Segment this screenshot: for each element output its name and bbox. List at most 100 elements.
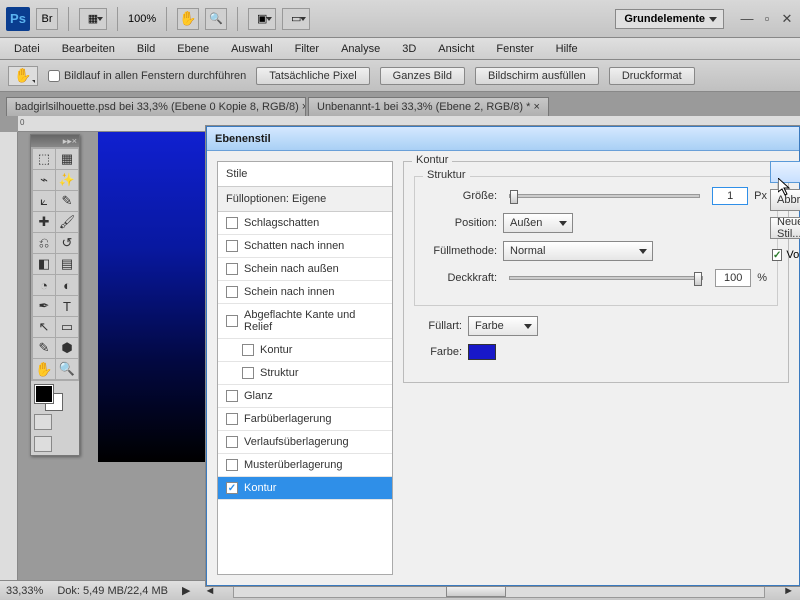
shape-tool-icon[interactable]: ▭ xyxy=(56,317,78,337)
path-tool-icon[interactable]: ↖ xyxy=(33,317,55,337)
gradient-tool-icon[interactable]: ▤ xyxy=(56,254,78,274)
toolbox-header[interactable]: ▸▸× xyxy=(31,135,79,147)
menu-3d[interactable]: 3D xyxy=(392,40,426,58)
checkbox-icon[interactable] xyxy=(226,240,238,252)
document-tab[interactable]: Unbenannt-1 bei 33,3% (Ebene 2, RGB/8) *… xyxy=(308,97,549,116)
menu-analyse[interactable]: Analyse xyxy=(331,40,390,58)
crop-tool-icon[interactable]: ⟀ xyxy=(33,191,55,211)
style-item[interactable]: Schein nach innen xyxy=(218,281,392,304)
menu-bild[interactable]: Bild xyxy=(127,40,165,58)
menu-fenster[interactable]: Fenster xyxy=(486,40,543,58)
eyedropper-tool-icon[interactable]: ✎ xyxy=(56,191,78,211)
cancel-button[interactable]: Abbrechen xyxy=(770,189,800,211)
style-item[interactable]: Abgeflachte Kante und Relief xyxy=(218,304,392,339)
quickmask-icon[interactable] xyxy=(34,414,52,430)
stamp-tool-icon[interactable]: ⎌ xyxy=(33,233,55,253)
fill-screen-button[interactable]: Bildschirm ausfüllen xyxy=(475,67,599,85)
foreground-color-swatch[interactable] xyxy=(35,385,53,403)
view-extras-dropdown[interactable]: ▦ xyxy=(79,8,107,30)
close-icon[interactable]: ✕ xyxy=(780,11,794,27)
scroll-all-windows-checkbox[interactable]: Bildlauf in allen Fenstern durchführen xyxy=(48,70,246,82)
brush-tool-icon[interactable]: 🖌 xyxy=(56,212,78,232)
opacity-slider[interactable] xyxy=(509,276,703,280)
eraser-tool-icon[interactable]: ◧ xyxy=(33,254,55,274)
menu-auswahl[interactable]: Auswahl xyxy=(221,40,283,58)
marquee-tool-icon[interactable]: ▦ xyxy=(56,149,78,169)
style-item[interactable]: Kontur xyxy=(218,339,392,362)
status-doc-size[interactable]: Dok: 5,49 MB/22,4 MB xyxy=(57,585,168,597)
ok-button[interactable] xyxy=(770,161,800,183)
dialog-title[interactable]: Ebenenstil xyxy=(207,127,799,151)
menu-bearbeiten[interactable]: Bearbeiten xyxy=(52,40,125,58)
preview-checkbox[interactable]: Vorschau xyxy=(770,249,800,261)
style-item[interactable]: Musterüberlagerung xyxy=(218,454,392,477)
maximize-icon[interactable]: ▫ xyxy=(760,11,774,27)
workspace-dropdown[interactable]: Grundelemente xyxy=(615,9,724,29)
move-tool-icon[interactable]: ⬚ xyxy=(33,149,55,169)
style-item[interactable]: Struktur xyxy=(218,362,392,385)
chevron-right-icon[interactable]: ▶ xyxy=(182,584,190,597)
status-zoom[interactable]: 33,33% xyxy=(6,585,43,597)
position-select[interactable]: Außen xyxy=(503,213,573,233)
scroll-all-checkbox-input[interactable] xyxy=(48,70,60,82)
blur-tool-icon[interactable]: ◔ xyxy=(33,275,55,295)
blendmode-select[interactable]: Normal xyxy=(503,241,653,261)
history-brush-icon[interactable]: ↺ xyxy=(56,233,78,253)
style-item[interactable]: Schatten nach innen xyxy=(218,235,392,258)
3d-tool-icon[interactable]: ⬢ xyxy=(56,338,78,358)
checkbox-icon[interactable] xyxy=(226,482,238,494)
opacity-input[interactable] xyxy=(715,269,751,287)
checkbox-icon[interactable] xyxy=(226,459,238,471)
fit-screen-button[interactable]: Ganzes Bild xyxy=(380,67,465,85)
style-item[interactable]: Schein nach außen xyxy=(218,258,392,281)
document-tab[interactable]: badgirlsilhouette.psd bei 33,3% (Ebene 0… xyxy=(6,97,306,116)
hand-tool-icon[interactable]: ✋ xyxy=(177,8,199,30)
menu-ebene[interactable]: Ebene xyxy=(167,40,219,58)
document-canvas[interactable] xyxy=(98,132,210,462)
actual-pixels-button[interactable]: Tatsächliche Pixel xyxy=(256,67,369,85)
hand-tool-icon[interactable]: ✋ xyxy=(33,359,55,379)
dodge-tool-icon[interactable]: ◐ xyxy=(56,275,78,295)
pen-tool-icon[interactable]: ✒ xyxy=(33,296,55,316)
zoom-tool-icon[interactable]: 🔍 xyxy=(56,359,78,379)
style-item[interactable]: Schlagschatten xyxy=(218,212,392,235)
minimize-icon[interactable]: — xyxy=(740,11,754,27)
checkbox-icon[interactable] xyxy=(226,286,238,298)
print-size-button[interactable]: Druckformat xyxy=(609,67,695,85)
checkbox-icon[interactable] xyxy=(226,217,238,229)
styles-header[interactable]: Stile xyxy=(218,162,392,187)
checkbox-icon[interactable] xyxy=(242,344,254,356)
arrange-docs-dropdown[interactable]: ▣ xyxy=(248,8,276,30)
new-style-button[interactable]: Neuer Stil... xyxy=(770,217,800,239)
size-slider[interactable] xyxy=(509,194,700,198)
screenmode-icon[interactable] xyxy=(34,436,52,452)
screen-mode-dropdown[interactable]: ▭ xyxy=(282,8,310,30)
lasso-tool-icon[interactable]: ⌁ xyxy=(33,170,55,190)
blending-options-item[interactable]: Fülloptionen: Eigene xyxy=(218,187,392,212)
menu-filter[interactable]: Filter xyxy=(285,40,329,58)
color-swatches[interactable] xyxy=(31,381,79,411)
filltype-select[interactable]: Farbe xyxy=(468,316,538,336)
menu-hilfe[interactable]: Hilfe xyxy=(546,40,588,58)
notes-tool-icon[interactable]: ✎ xyxy=(33,338,55,358)
type-tool-icon[interactable]: T xyxy=(56,296,78,316)
scroll-right-icon[interactable]: ► xyxy=(783,585,794,597)
style-item[interactable]: Glanz xyxy=(218,385,392,408)
menu-datei[interactable]: Datei xyxy=(4,40,50,58)
checkbox-icon[interactable] xyxy=(226,436,238,448)
checkbox-icon[interactable] xyxy=(226,315,238,327)
bridge-icon[interactable]: Br xyxy=(36,8,58,30)
zoom-level[interactable]: 100% xyxy=(128,13,156,25)
stroke-color-swatch[interactable] xyxy=(468,344,496,360)
scrollbar-thumb[interactable] xyxy=(446,585,506,597)
current-tool-icon[interactable]: ✋ xyxy=(8,66,38,86)
checkbox-icon[interactable] xyxy=(226,263,238,275)
checkbox-icon[interactable] xyxy=(226,413,238,425)
style-item[interactable]: Verlaufsüberlagerung xyxy=(218,431,392,454)
menu-ansicht[interactable]: Ansicht xyxy=(428,40,484,58)
style-item[interactable]: Kontur xyxy=(218,477,392,500)
style-item[interactable]: Farbüberlagerung xyxy=(218,408,392,431)
scroll-left-icon[interactable]: ◄ xyxy=(204,585,215,597)
zoom-tool-icon[interactable]: 🔍 xyxy=(205,8,227,30)
checkbox-icon[interactable] xyxy=(226,390,238,402)
